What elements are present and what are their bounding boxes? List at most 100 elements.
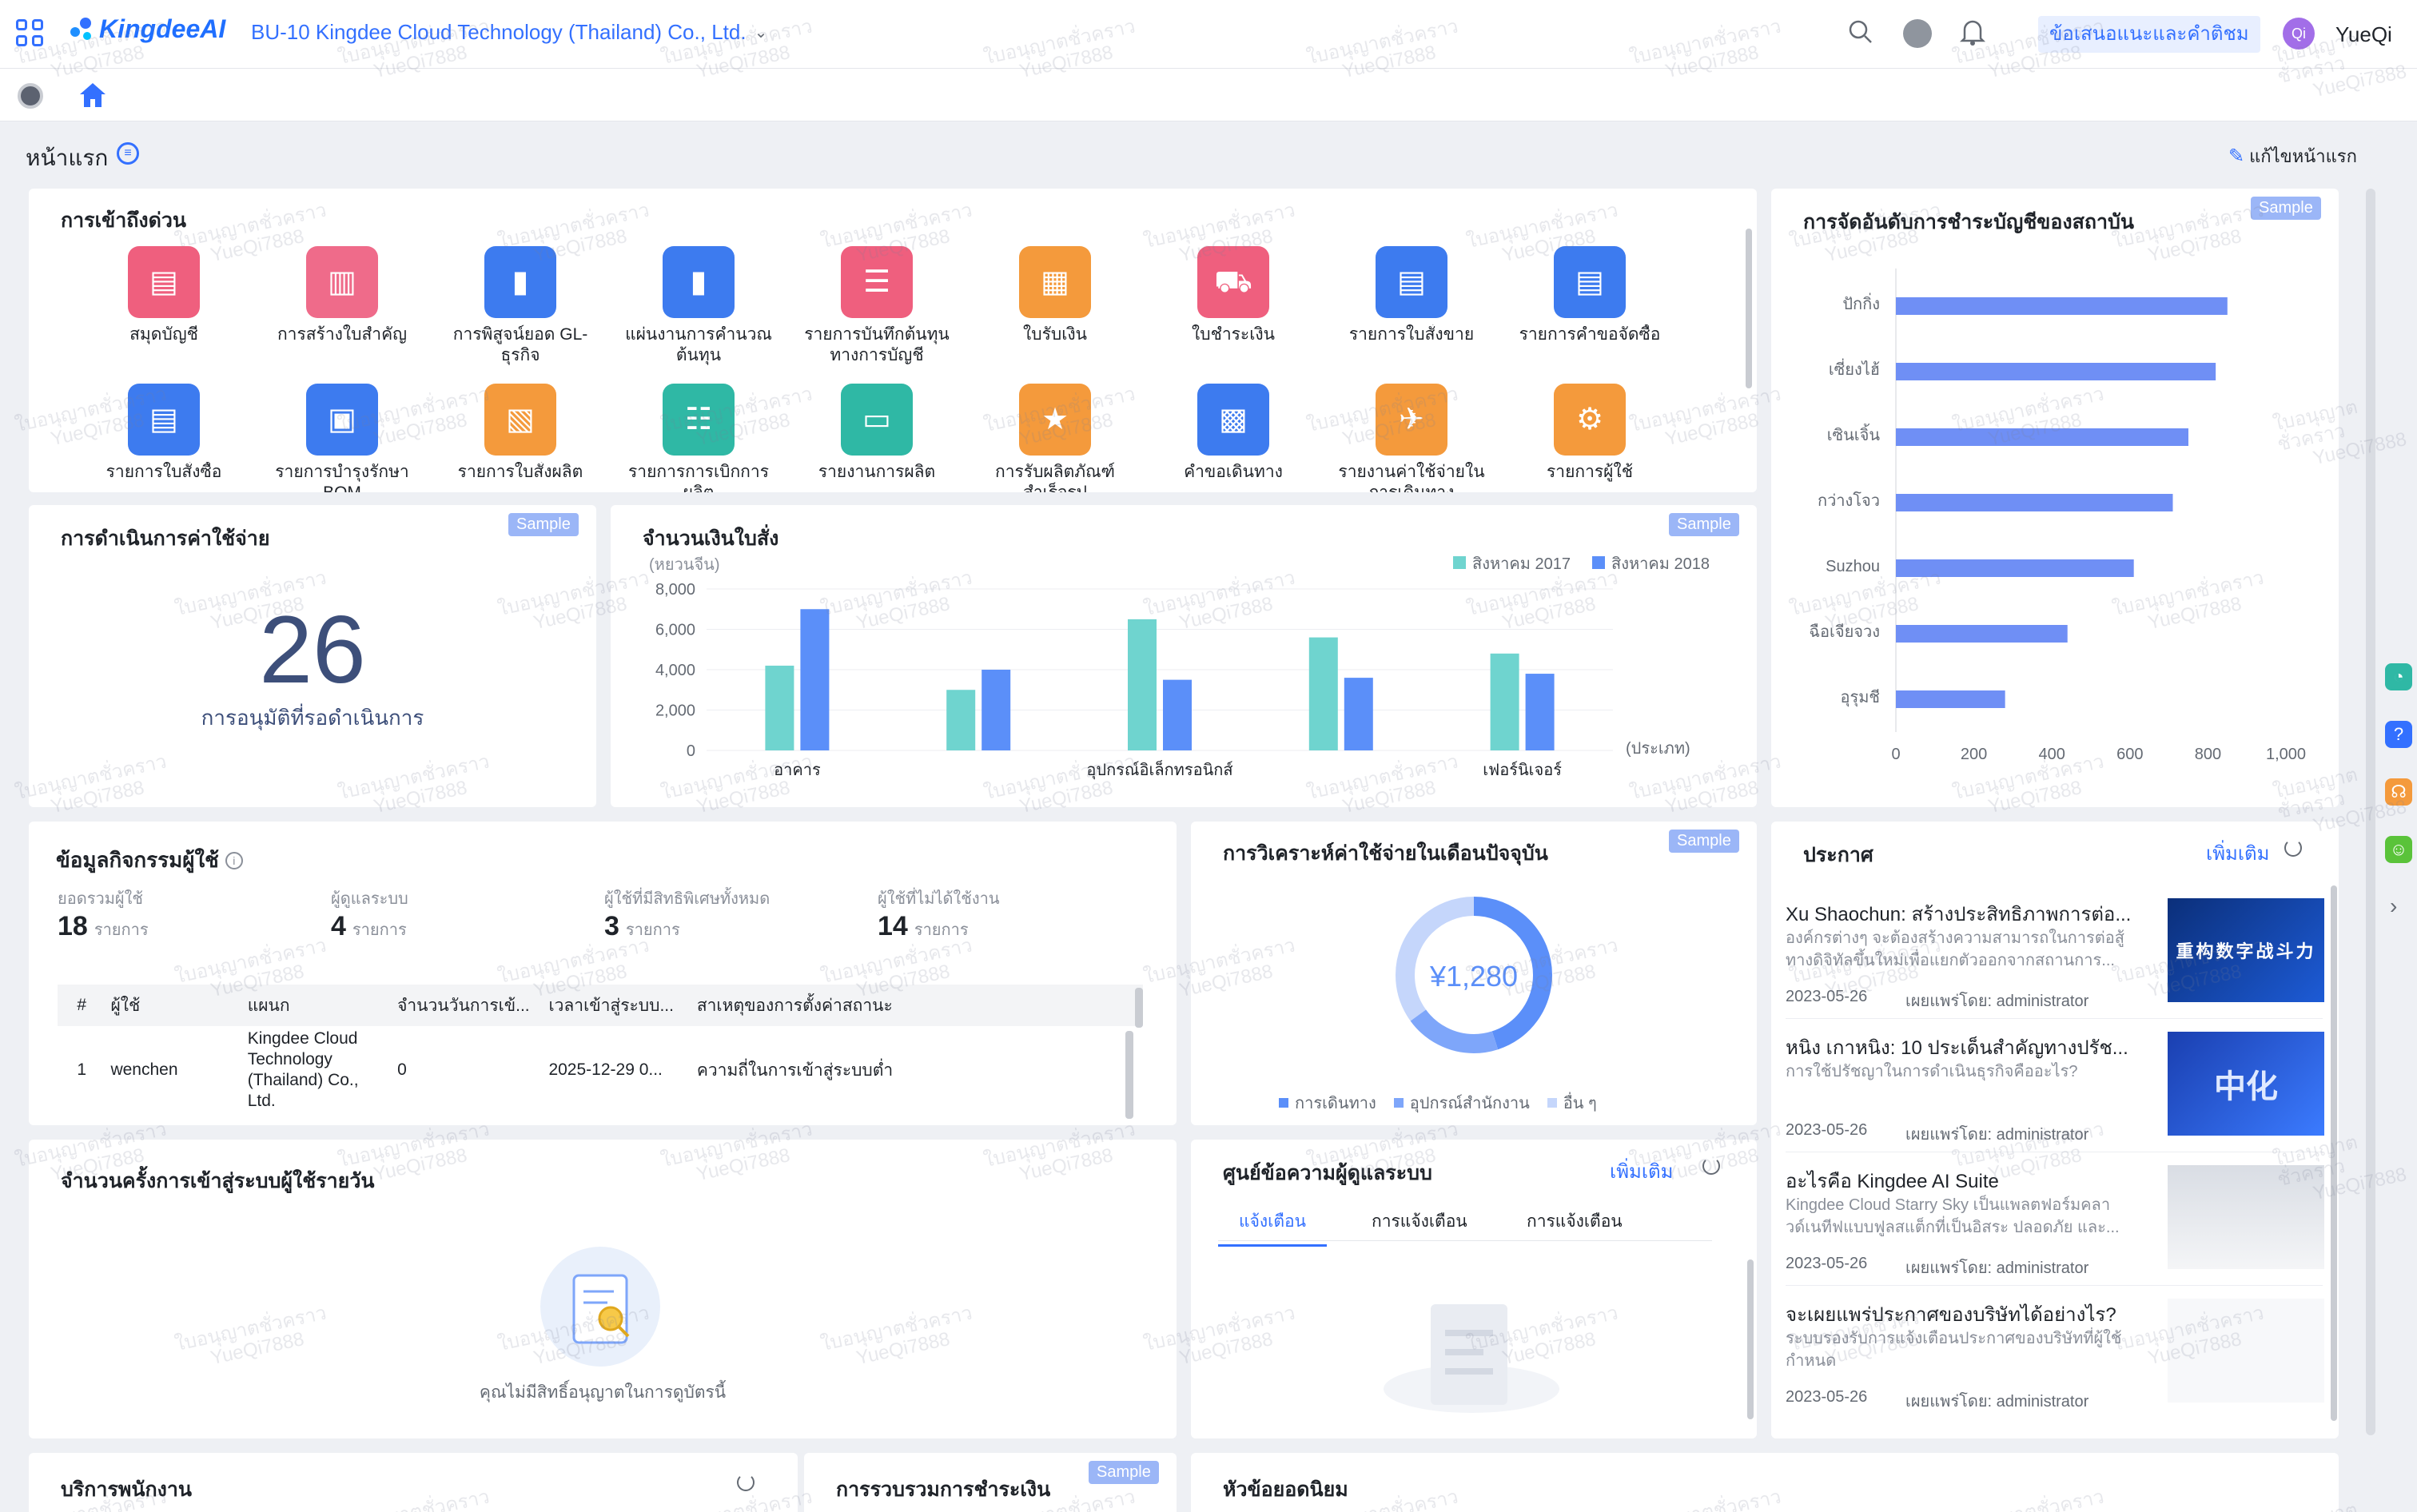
notification-bell-icon[interactable]: [1959, 18, 1986, 46]
announcement-title: Xu Shaochun: สร้างประสิทธิภาพการต่อ...: [1786, 904, 2132, 925]
quick-access-item[interactable]: ▩ คำขอเดินทาง: [1149, 384, 1317, 483]
bar[interactable]: [1896, 297, 2228, 315]
quick-access-item[interactable]: ▤ รายการใบสั่งซื้อ: [80, 384, 248, 483]
bar[interactable]: [1525, 674, 1555, 750]
bar[interactable]: [1896, 428, 2188, 446]
quick-access-item[interactable]: ✈ รายงานค่าใช้จ่ายในการเดินทาง: [1328, 384, 1495, 492]
announcements-more-link[interactable]: เพิ่มเติม: [2206, 838, 2269, 869]
quick-access-item[interactable]: ▭ รายงานการผลิต: [793, 384, 961, 483]
logo[interactable]: KingdeeAI: [70, 14, 225, 44]
bar[interactable]: [800, 609, 830, 750]
list-item[interactable]: จะเผยแพร่ประกาศของบริษัทได้อย่างไร? ระบบร…: [1786, 1299, 2324, 1426]
info-icon[interactable]: i: [225, 851, 243, 869]
announcement-thumbnail[interactable]: 重构数字战斗力: [2168, 898, 2324, 1002]
scrollbar[interactable]: [2331, 885, 2337, 1421]
column-header[interactable]: เวลาเข้าสู่ระบบ...: [544, 985, 692, 1026]
feedback-side-icon[interactable]: ☺: [2385, 836, 2412, 863]
page-scrollbar[interactable]: [2366, 189, 2375, 1435]
list-item[interactable]: อะไรคือ Kingdee AI Suite Kingdee Cloud St…: [1786, 1165, 2324, 1293]
x-tick-label: 400: [2039, 746, 2065, 763]
quick-access-item[interactable]: ★ การรับผลิตภัณฑ์สำเร็จรูป: [971, 384, 1139, 492]
bar[interactable]: [1896, 494, 2173, 511]
bar[interactable]: [1896, 363, 2216, 380]
quick-access-item[interactable]: ⚙ รายการผู้ใช้: [1506, 384, 1674, 483]
stat-value: 14: [878, 911, 908, 941]
bar[interactable]: [1490, 653, 1519, 750]
bar[interactable]: [1344, 678, 1373, 750]
payment-summary-title: การรวบรวมการชำระเงิน: [836, 1478, 1051, 1501]
stat-value-group[interactable]: 3 รายการ: [604, 911, 680, 942]
bar[interactable]: [1163, 679, 1192, 750]
support-side-icon[interactable]: ☊: [2385, 778, 2412, 806]
quick-access-item[interactable]: ▧ รายการใบสั่งผลิต: [436, 384, 604, 483]
search-icon[interactable]: [1848, 19, 1873, 45]
refresh-icon[interactable]: [737, 1474, 755, 1491]
refresh-icon[interactable]: [2284, 839, 2302, 857]
announcement-thumbnail[interactable]: [2168, 1165, 2324, 1269]
table-cell: 2025-12-29 0...: [548, 1060, 663, 1079]
quick-access-item[interactable]: ▣ รายการบำรุงรักษา BOM: [258, 384, 426, 492]
username[interactable]: YueQi: [2335, 22, 2392, 47]
bar[interactable]: [1308, 637, 1338, 750]
y-tick-label: 4,000: [655, 662, 695, 679]
category-label: เซี่ยงไฮ้: [1829, 358, 1880, 379]
announcement-thumbnail[interactable]: 中化: [2168, 1032, 2324, 1136]
home-icon[interactable]: [78, 82, 107, 109]
help-side-icon[interactable]: ?: [2385, 721, 2412, 748]
stat-label: ยอดรวมผู้ใช้: [58, 890, 143, 908]
bar[interactable]: [982, 670, 1011, 750]
stat-value-group[interactable]: 4 รายการ: [331, 911, 407, 942]
document-icon: ▤: [128, 384, 200, 456]
column-header[interactable]: จำนวนวันการเข้...: [392, 985, 544, 1026]
column-header[interactable]: สาเหตุของการตั้งค่าสถานะ: [691, 985, 1143, 1026]
quick-access-item[interactable]: ▤ รายการใบสั่งขาย: [1328, 246, 1495, 345]
bar[interactable]: [765, 665, 794, 750]
message-center-more-link[interactable]: เพิ่มเติม: [1610, 1156, 1673, 1187]
quick-access-item[interactable]: ▮ การพิสูจน์ยอด GL-ธุรกิจ: [436, 246, 604, 366]
bar[interactable]: [1896, 559, 2134, 577]
scrollbar[interactable]: [1135, 988, 1143, 1028]
pending-count[interactable]: 26: [29, 595, 596, 705]
tab-reminders[interactable]: การแจ้งเตือน: [1527, 1208, 1623, 1235]
refresh-icon[interactable]: [1702, 1157, 1720, 1175]
quick-access-item[interactable]: ☰ รายการบันทึกต้นทุนทางการบัญชี: [793, 246, 961, 366]
stat-value-group[interactable]: 14 รายการ: [878, 911, 969, 942]
tab-alerts[interactable]: การแจ้งเตือน: [1372, 1208, 1467, 1235]
quick-access-item[interactable]: ⛟ ใบชำระเงิน: [1149, 246, 1317, 345]
quick-access-item[interactable]: ▮ แผ่นงานการคำนวณต้นทุน: [615, 246, 782, 366]
scrollbar[interactable]: [1746, 229, 1752, 388]
assistant-side-icon[interactable]: ◔: [2385, 663, 2412, 690]
bar[interactable]: [1896, 625, 2068, 643]
org-selector[interactable]: BU-10 Kingdee Cloud Technology (Thailand…: [251, 20, 767, 45]
stat-value-group[interactable]: 18 รายการ: [58, 911, 149, 942]
bot-avatar-icon[interactable]: [18, 83, 43, 109]
scrollbar[interactable]: [1125, 1031, 1133, 1119]
list-item[interactable]: Xu Shaochun: สร้างประสิทธิภาพการต่อ... อง…: [1786, 898, 2324, 1026]
column-header[interactable]: #: [58, 985, 106, 1026]
bar[interactable]: [946, 690, 976, 750]
column-header[interactable]: ผู้ใช้: [106, 985, 243, 1026]
feedback-button[interactable]: ข้อเสนอแนะและคำติชม: [2038, 16, 2260, 53]
quick-access-label: คำขอเดินทาง: [1184, 463, 1283, 481]
announcement-thumbnail[interactable]: [2168, 1299, 2324, 1403]
column-header[interactable]: แผนก: [242, 985, 393, 1026]
list-item[interactable]: หนิง เกาหนิง: 10 ประเด็นสำคัญทางปรัช... ก…: [1786, 1032, 2324, 1160]
quick-access-item[interactable]: ▤ รายการคำขอจัดซื้อ: [1506, 246, 1674, 345]
collapse-panel-icon[interactable]: ›: [2390, 893, 2397, 919]
ledger-icon: ▤: [128, 246, 200, 318]
bar[interactable]: [1128, 619, 1157, 750]
assistant-bot-icon[interactable]: [1903, 19, 1932, 48]
switch-page-icon[interactable]: ≡: [117, 142, 139, 165]
scrollbar[interactable]: [1747, 1259, 1754, 1419]
bar[interactable]: [1896, 690, 2005, 708]
avatar[interactable]: Qi: [2283, 18, 2315, 50]
x-tick-label: 600: [2116, 746, 2143, 763]
popular-topics-card: หัวข้อยอดนิยม: [1191, 1453, 2339, 1512]
quick-access-item[interactable]: ▤ สมุดบัญชี: [80, 246, 248, 345]
quick-access-item[interactable]: ☷ รายการการเบิกการผลิต: [615, 384, 782, 492]
quick-access-item[interactable]: ▥ การสร้างใบสำคัญ: [258, 246, 426, 345]
edit-homepage-button[interactable]: ✎ แก้ไขหน้าแรก: [2228, 142, 2357, 170]
quick-access-item[interactable]: ▦ ใบรับเงิน: [971, 246, 1139, 345]
app-launcher-icon[interactable]: [16, 19, 43, 46]
table-row[interactable]: 1 wenchen Kingdee Cloud Technology (Thaila…: [58, 1026, 1143, 1114]
